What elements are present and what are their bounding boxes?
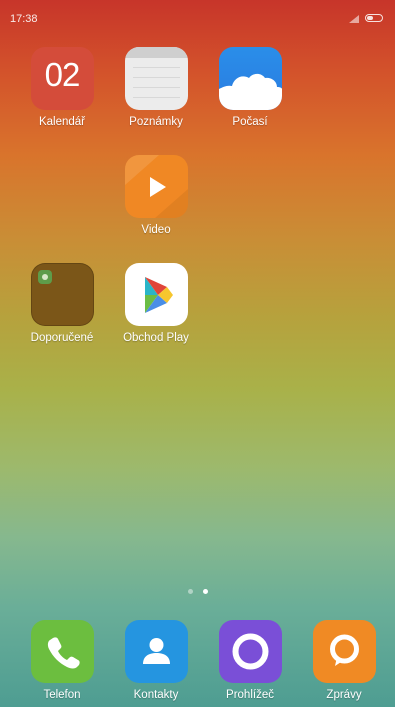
app-video[interactable]: Video xyxy=(111,155,201,236)
app-label: Kontakty xyxy=(133,689,179,701)
dock-app-browser[interactable]: Prohlížeč xyxy=(205,620,295,701)
app-label: Počasí xyxy=(232,116,268,128)
home-screen: 17:38 02 Kalendář Poznámky Počasí Video … xyxy=(0,0,395,707)
app-calendar[interactable]: 02 Kalendář xyxy=(17,47,107,128)
calendar-icon: 02 xyxy=(30,47,94,110)
folder-recommended[interactable]: Doporučené xyxy=(17,263,107,344)
app-label: Poznámky xyxy=(129,116,183,128)
dock-app-messages[interactable]: Zprávy xyxy=(299,620,389,701)
messages-icon xyxy=(312,620,376,683)
calendar-date: 02 xyxy=(44,56,81,93)
status-time: 17:38 xyxy=(10,13,38,25)
video-icon xyxy=(124,155,188,218)
signal-icon xyxy=(349,15,359,23)
notes-icon xyxy=(124,47,188,110)
browser-icon xyxy=(218,620,282,683)
app-label: Prohlížeč xyxy=(226,689,274,701)
dock-app-phone[interactable]: Telefon xyxy=(17,620,107,701)
page-dot-current[interactable] xyxy=(202,589,208,594)
page-dot[interactable] xyxy=(187,589,193,594)
folder-icon xyxy=(30,263,94,326)
page-indicator xyxy=(0,589,395,594)
app-label: Video xyxy=(141,224,171,236)
weather-icon xyxy=(218,47,282,110)
app-play-store[interactable]: Obchod Play xyxy=(111,263,201,344)
contacts-icon xyxy=(124,620,188,683)
app-weather[interactable]: Počasí xyxy=(205,47,295,128)
status-bar: 17:38 xyxy=(0,0,395,26)
app-notes[interactable]: Poznámky xyxy=(111,47,201,128)
battery-icon xyxy=(365,14,383,22)
app-label: Doporučené xyxy=(30,332,94,344)
dock-app-contacts[interactable]: Kontakty xyxy=(111,620,201,701)
app-label: Kalendář xyxy=(38,116,86,128)
play-store-icon xyxy=(124,263,188,326)
app-label: Telefon xyxy=(43,689,81,701)
app-label: Obchod Play xyxy=(123,332,189,344)
phone-icon xyxy=(30,620,94,683)
app-label: Zprávy xyxy=(326,689,362,701)
